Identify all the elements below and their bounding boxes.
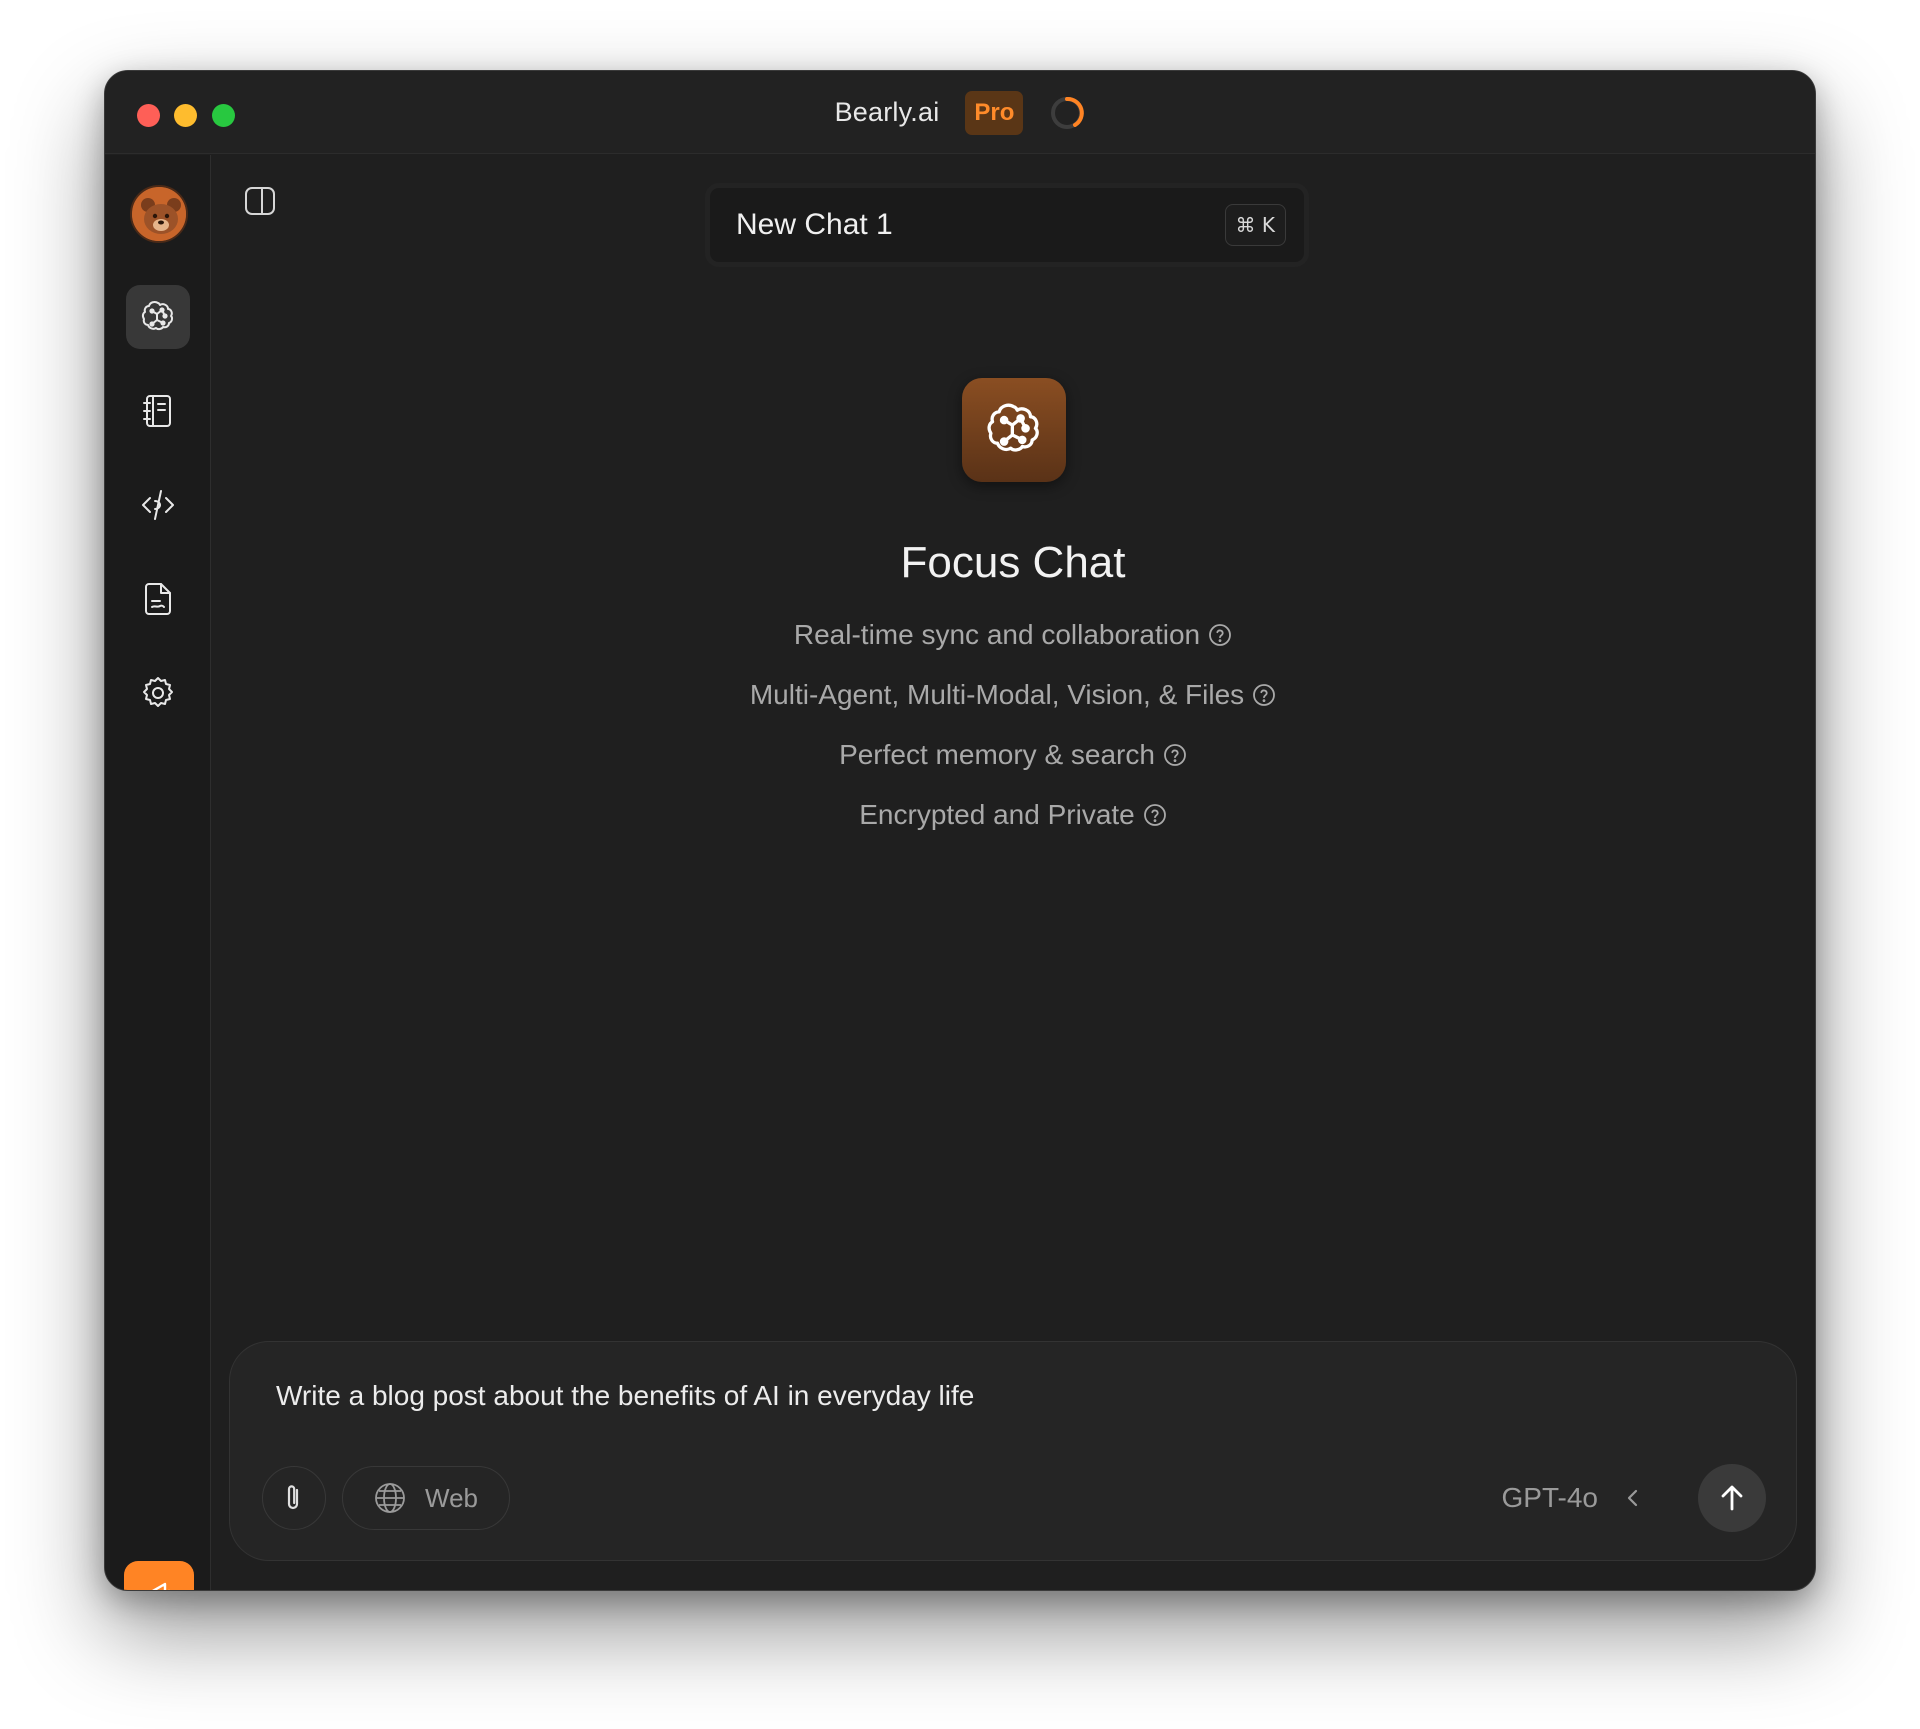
title-bar: Bearly.ai Pro <box>105 71 1815 154</box>
feature-label: Real-time sync and collaboration <box>793 619 1201 650</box>
help-icon[interactable] <box>1143 803 1167 827</box>
sync-spinner-icon <box>1051 96 1085 129</box>
sidebar-item-notebook[interactable] <box>126 379 190 443</box>
model-name: GPT-4o <box>1501 1482 1598 1513</box>
sidebar-item-code[interactable] <box>126 473 190 537</box>
command-k-shortcut: ⌘ K <box>1224 204 1286 246</box>
hero-title: Focus Chat <box>900 538 1126 587</box>
feature-item: Multi-Agent, Multi-Modal, Vision, & File… <box>105 679 1815 711</box>
message-composer: Write a blog post about the benefits of … <box>229 1341 1797 1561</box>
announcements-button[interactable] <box>124 1561 194 1590</box>
title-center: Bearly.ai Pro <box>105 71 1815 154</box>
globe-icon <box>375 1483 405 1513</box>
feature-item: Perfect memory & search <box>105 739 1815 771</box>
send-button[interactable] <box>1698 1464 1766 1532</box>
feature-item: Real-time sync and collaboration <box>105 619 1815 651</box>
model-selector[interactable]: GPT-4o <box>1502 1466 1644 1530</box>
megaphone-icon <box>152 1582 170 1590</box>
bear-avatar-icon <box>132 187 186 241</box>
feature-label: Encrypted and Private <box>859 799 1135 830</box>
feature-label: Multi-Agent, Multi-Modal, Vision, & File… <box>749 679 1245 710</box>
message-input[interactable]: Write a blog post about the benefits of … <box>276 1380 1676 1412</box>
sidebar-toggle-icon[interactable] <box>243 184 277 218</box>
brain-chat-icon <box>987 403 1039 452</box>
focus-chat-logo <box>962 378 1066 482</box>
notebook-icon <box>143 395 171 427</box>
feature-label: Perfect memory & search <box>839 739 1155 770</box>
sidebar-item-focus-chat[interactable] <box>126 285 190 349</box>
feature-item: Encrypted and Private <box>105 799 1815 831</box>
code-icon <box>142 490 174 520</box>
attach-file-button[interactable] <box>262 1466 326 1530</box>
paperclip-icon <box>287 1485 299 1510</box>
sidebar <box>105 155 211 1590</box>
app-title: Bearly.ai <box>834 97 940 127</box>
app-window: Bearly.ai Pro New Chat 1 ⌘ K Focus Chat … <box>104 70 1816 1591</box>
help-icon[interactable] <box>1163 743 1187 767</box>
web-search-toggle[interactable]: Web <box>342 1466 510 1530</box>
web-label: Web <box>425 1482 478 1513</box>
chevron-left-icon <box>1627 1489 1638 1507</box>
help-icon[interactable] <box>1252 683 1276 707</box>
avatar[interactable] <box>130 185 188 243</box>
help-icon[interactable] <box>1208 623 1232 647</box>
arrow-up-icon <box>1721 1485 1743 1511</box>
pro-badge[interactable]: Pro <box>965 90 1024 135</box>
chat-title[interactable]: New Chat 1 <box>736 208 1225 242</box>
brain-chat-icon <box>141 301 174 331</box>
chat-title-bar[interactable]: New Chat 1 ⌘ K <box>705 183 1309 267</box>
